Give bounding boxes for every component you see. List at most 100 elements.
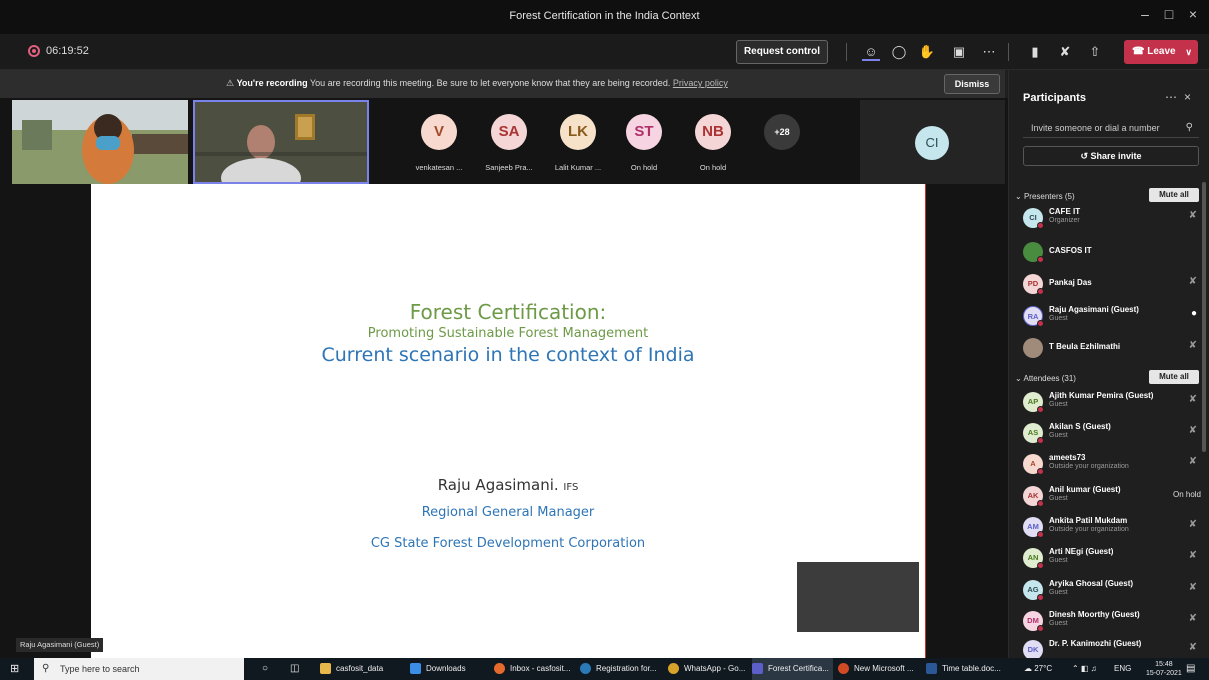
video-tile-presenter[interactable] xyxy=(193,100,369,184)
privacy-policy-link[interactable]: Privacy policy xyxy=(673,78,728,88)
close-icon[interactable]: × xyxy=(1184,90,1191,104)
meeting-toolbar: 06:19:52 Request control ☺ ◯ ✋ ▣ ⋯ ▮ ✘ ⇧… xyxy=(0,34,1209,70)
mic-off-icon: ✘ xyxy=(1188,425,1197,436)
avatar-label: venkatesan ... xyxy=(415,163,463,172)
taskbar-item-word[interactable]: Time table.doc... xyxy=(926,658,1001,680)
avatar[interactable]: V xyxy=(421,114,457,150)
taskbar-item-casfosit-data[interactable]: casfosit_data xyxy=(320,658,383,680)
slide-subtitle: Promoting Sustainable Forest Management xyxy=(367,326,649,341)
participants-icon[interactable]: ☺ xyxy=(862,43,880,61)
minimize-icon[interactable]: – xyxy=(1134,6,1156,22)
avatar-label: Sanjeeb Pra... xyxy=(485,163,533,172)
taskbar-item-inbox[interactable]: Inbox - casfosit... xyxy=(494,658,570,680)
mic-off-icon: ✘ xyxy=(1188,582,1197,593)
system-tray-icons[interactable]: ⌃ ◧ ♫ xyxy=(1072,658,1097,680)
avatar[interactable]: CI xyxy=(915,126,949,160)
reactions-icon[interactable]: ✋ xyxy=(918,43,936,61)
mic-off-icon: ✘ xyxy=(1188,394,1197,405)
overflow-participants[interactable]: +28 xyxy=(764,114,800,150)
participants-panel: Participants ⋯ × Invite someone or dial … xyxy=(1008,70,1209,658)
search-icon: ⚲ xyxy=(1185,122,1193,133)
meeting-timer: 06:19:52 xyxy=(46,45,89,57)
list-item[interactable]: AG Aryika Ghosal (Guest) Guest ✘ xyxy=(1023,576,1203,606)
list-item[interactable]: DK Dr. P. Kanimozhi (Guest) ✘ xyxy=(1023,636,1203,658)
window-title: Forest Certification in the India Contex… xyxy=(509,10,700,22)
taskbar-item-registration[interactable]: Registration for... xyxy=(580,658,656,680)
video-tile-participant[interactable] xyxy=(12,100,188,184)
panel-title: Participants xyxy=(1023,92,1086,104)
search-icon: ⚲ xyxy=(42,663,50,674)
language-indicator[interactable]: ENG xyxy=(1114,658,1131,680)
close-icon[interactable]: × xyxy=(1182,6,1204,22)
mic-on-icon: ● xyxy=(1190,308,1197,319)
dismiss-button[interactable]: Dismiss xyxy=(944,74,1000,94)
more-options-icon[interactable]: ⋯ xyxy=(1165,90,1177,104)
mic-off-icon[interactable]: ✘ xyxy=(1056,43,1074,61)
chat-icon[interactable]: ◯ xyxy=(890,43,908,61)
recording-banner-title: You're recording xyxy=(236,78,308,88)
avatar[interactable]: LK xyxy=(560,114,596,150)
taskbar-item-teams[interactable]: Forest Certifica... xyxy=(752,658,833,680)
taskbar-search-input[interactable]: ⚲ Type here to search xyxy=(34,658,244,680)
mic-off-icon: ✘ xyxy=(1188,642,1197,653)
speaker-name-tag: Raju Agasimani (Guest) xyxy=(16,638,104,652)
list-item[interactable]: RA Raju Agasimani (Guest) Guest ● xyxy=(1023,302,1203,332)
slide-organization: CG State Forest Development Corporation xyxy=(370,536,646,551)
list-item[interactable]: DM Dinesh Moorthy (Guest) Guest ✘ xyxy=(1023,607,1203,637)
windows-taskbar: ⊞ ⚲ Type here to search ○ ◫ casfosit_data… xyxy=(0,658,1209,680)
slide-role: Regional General Manager xyxy=(421,505,595,520)
rooms-icon[interactable]: ▣ xyxy=(950,43,968,61)
self-view-tile[interactable] xyxy=(797,562,919,632)
list-item[interactable]: T Beula Ezhilmathi ✘ xyxy=(1023,334,1203,364)
mic-off-icon: ✘ xyxy=(1188,456,1197,467)
avatar[interactable]: NB xyxy=(695,114,731,150)
maximize-icon[interactable]: □ xyxy=(1158,6,1180,22)
on-hold-status: On hold xyxy=(1172,490,1201,499)
slide-presenter: Raju Agasimani. IFS xyxy=(437,476,579,494)
mute-all-attendees-button[interactable]: Mute all xyxy=(1149,370,1199,384)
warning-icon: ⚠ xyxy=(226,78,235,88)
mute-all-presenters-button[interactable]: Mute all xyxy=(1149,188,1199,202)
avatar[interactable]: ST xyxy=(626,114,662,150)
request-control-button[interactable]: Request control xyxy=(736,40,828,64)
list-item[interactable]: PD Pankaj Das ✘ xyxy=(1023,270,1203,300)
camera-off-icon[interactable]: ▮ xyxy=(1026,43,1044,61)
avatar-label: Lalit Kumar ... xyxy=(554,163,602,172)
notifications-icon[interactable]: ▤ xyxy=(1186,658,1195,680)
recording-icon xyxy=(28,45,40,57)
mic-off-icon: ✘ xyxy=(1188,340,1197,351)
weather-widget[interactable]: ☁ 27°C xyxy=(1024,658,1052,680)
list-item[interactable]: CI CAFE IT Organizer ✘ xyxy=(1023,204,1203,234)
more-options-icon[interactable]: ⋯ xyxy=(980,43,998,61)
mic-off-icon: ✘ xyxy=(1188,210,1197,221)
mic-off-icon: ✘ xyxy=(1188,613,1197,624)
attendees-section-header[interactable]: ⌄ Attendees (31) xyxy=(1015,374,1076,383)
avatar-label: On hold xyxy=(699,163,727,172)
recording-banner: ⚠ You're recording You are recording thi… xyxy=(0,70,1005,98)
mic-off-icon: ✘ xyxy=(1188,550,1197,561)
list-item[interactable]: AS Akilan S (Guest) Guest ✘ xyxy=(1023,419,1203,449)
avatar-label: On hold xyxy=(630,163,658,172)
avatar xyxy=(1023,338,1043,358)
taskbar-item-powerpoint[interactable]: New Microsoft ... xyxy=(838,658,914,680)
list-item[interactable]: AK Anil kumar (Guest) Guest On hold xyxy=(1023,482,1203,512)
avatar[interactable]: SA xyxy=(491,114,527,150)
list-item[interactable]: CASFOS IT xyxy=(1023,238,1203,268)
share-screen-icon[interactable]: ⇧ xyxy=(1086,43,1104,61)
invite-input[interactable]: Invite someone or dial a number ⚲ xyxy=(1023,118,1199,138)
list-item[interactable]: AP Ajith Kumar Pemira (Guest) Guest ✘ xyxy=(1023,388,1203,418)
windows-start-icon[interactable]: ⊞ xyxy=(10,658,19,680)
list-item[interactable]: AM Ankita Patil Mukdam Outside your organ… xyxy=(1023,513,1203,543)
share-invite-button[interactable]: ↺ Share invite xyxy=(1023,146,1199,166)
presenters-section-header[interactable]: ⌄ Presenters (5) xyxy=(1015,192,1075,201)
taskbar-item-whatsapp[interactable]: WhatsApp - Go... xyxy=(668,658,745,680)
cortana-icon[interactable]: ○ xyxy=(262,658,268,680)
taskbar-item-downloads[interactable]: Downloads xyxy=(410,658,466,680)
leave-button[interactable]: ☎ Leave ∨ xyxy=(1124,40,1198,64)
list-item[interactable]: A ameets73 Outside your organization ✘ xyxy=(1023,450,1203,480)
panel-scrollbar[interactable] xyxy=(1202,182,1206,452)
task-view-icon[interactable]: ◫ xyxy=(290,658,299,680)
taskbar-clock[interactable]: 15:48 15-07-2021 xyxy=(1146,660,1182,678)
share-icon: ↺ xyxy=(1080,151,1088,161)
list-item[interactable]: AN Arti NEgi (Guest) Guest ✘ xyxy=(1023,544,1203,574)
